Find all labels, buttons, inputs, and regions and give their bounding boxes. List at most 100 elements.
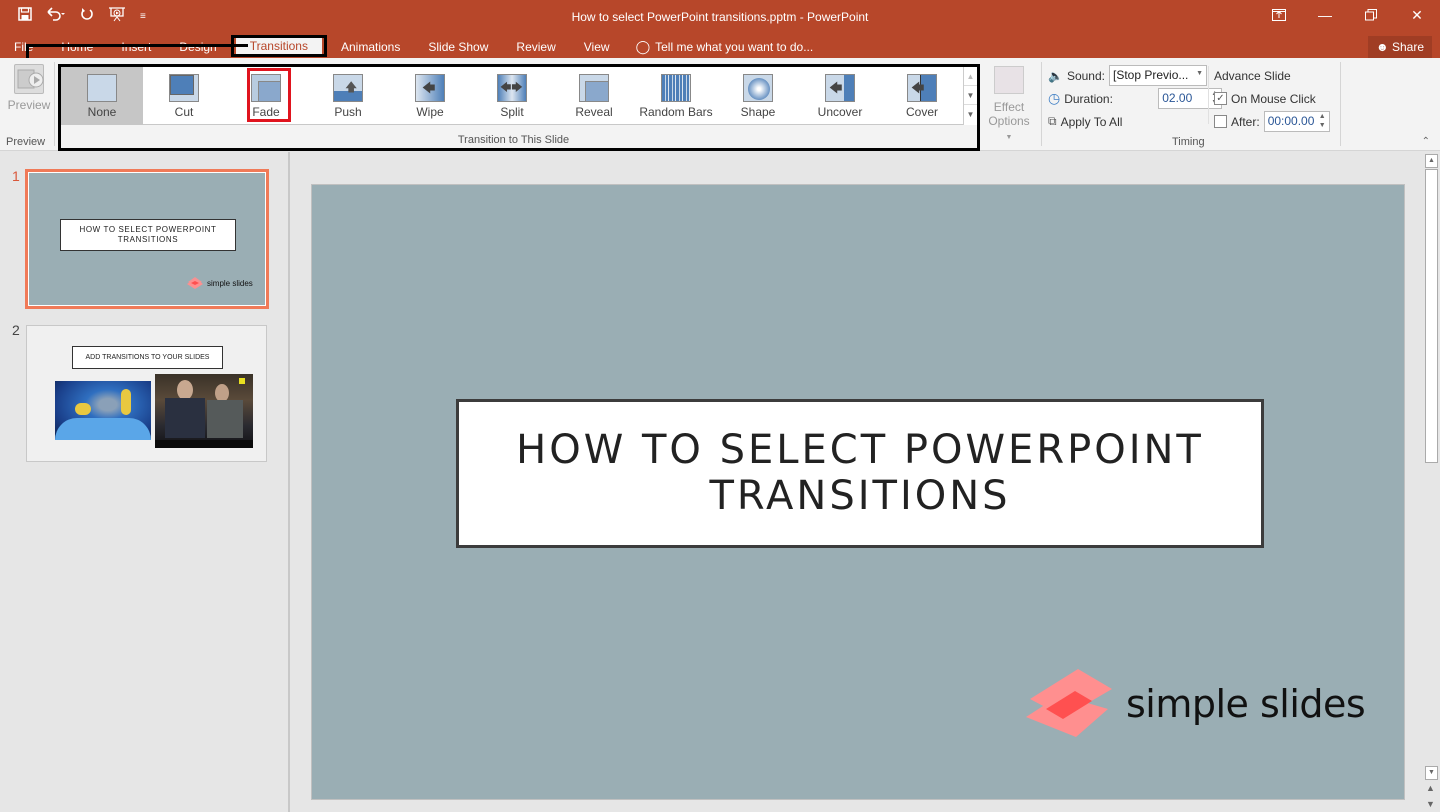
simple-slides-logo-icon <box>187 277 203 289</box>
group-separator <box>1340 62 1341 146</box>
uncover-transition-icon: 🡄 <box>825 74 855 102</box>
tell-me-search[interactable]: Tell me what you want to do... <box>650 40 813 54</box>
preview-icon <box>14 64 44 94</box>
close-icon[interactable]: ✕ <box>1394 0 1440 30</box>
scroll-thumb[interactable] <box>1425 169 1438 463</box>
dropdown-arrow-icon: ▼ <box>1005 134 1013 141</box>
previous-slide-button[interactable]: ▲ <box>1426 783 1435 793</box>
slide-thumbnail-panel: 1 HOW TO SELECT POWERPOINT TRANSITIONS s… <box>0 152 290 812</box>
tab-design[interactable]: Design <box>165 36 230 58</box>
tab-animations[interactable]: Animations <box>327 36 414 58</box>
timing-separator <box>1208 66 1209 124</box>
after-time-spinner[interactable]: 00:00.00 ▲ ▼ <box>1263 111 1330 132</box>
gallery-scroll-up-button[interactable]: ▲ <box>964 67 977 86</box>
tab-home[interactable]: Home <box>47 36 107 58</box>
title-bar: ≡ How to select PowerPoint transitions.p… <box>0 0 1440 58</box>
slide-thumbnail-2[interactable]: ADD TRANSITIONS TO YOUR SLIDES <box>26 325 267 462</box>
preview-button[interactable]: Preview <box>4 62 54 112</box>
slide-title-line2: TRANSITIONS <box>709 473 1011 519</box>
split-transition-icon: 🡄🡆 <box>497 74 527 102</box>
gallery-scroll-down-button[interactable]: ▼ <box>964 86 977 105</box>
share-button[interactable]: ☻ Share <box>1367 36 1432 58</box>
duration-value: 02.00 <box>1162 91 1193 105</box>
sound-icon: 🔈 <box>1048 68 1063 83</box>
group-separator <box>1041 62 1042 146</box>
transition-gallery-items: None Cut Fade 🡅 Push 🡄 Wipe 🡄🡆 Split Rev… <box>61 67 966 125</box>
advance-slide-title: Advance Slide <box>1214 68 1291 83</box>
simple-slides-logo-icon <box>1026 669 1112 737</box>
tab-slide-show[interactable]: Slide Show <box>414 36 502 58</box>
cover-transition-icon: 🡄 <box>907 74 937 102</box>
thumb-logo: simple slides <box>186 277 253 289</box>
logo-text: simple slides <box>1126 682 1366 726</box>
thumb-title-line2: TRANSITIONS <box>117 235 179 244</box>
minimize-icon[interactable]: — <box>1302 0 1348 30</box>
tab-view[interactable]: View <box>570 36 624 58</box>
gallery-scroll: ▲ ▼ ▼ <box>963 67 977 125</box>
sound-label: Sound: <box>1066 68 1105 83</box>
spinner-arrows-icon[interactable]: ▲▼ <box>1319 112 1326 130</box>
effect-options-icon <box>994 66 1024 94</box>
slide-title-box[interactable]: HOW TO SELECT POWERPOINT TRANSITIONS <box>456 399 1264 548</box>
apply-to-all-icon: ⧉ <box>1048 114 1057 128</box>
on-mouse-click-label: On Mouse Click <box>1231 91 1316 106</box>
reveal-transition-icon <box>579 74 609 102</box>
sound-value: [Stop Previo... <box>1113 68 1189 82</box>
after-value: 00:00.00 <box>1267 114 1315 128</box>
apply-to-all-button[interactable]: Apply To All <box>1061 115 1123 129</box>
after-checkbox[interactable] <box>1214 115 1227 128</box>
tab-file[interactable]: File <box>0 36 47 58</box>
effect-options-button[interactable]: Effect Options ▼ <box>984 66 1034 142</box>
ribbon-tabs: File Home Insert Design Transitions Anim… <box>0 35 813 58</box>
push-transition-icon: 🡅 <box>333 74 363 102</box>
shape-transition-icon <box>743 74 773 102</box>
transition-label: Uncover <box>817 105 863 119</box>
main-slide-canvas[interactable]: HOW TO SELECT POWERPOINT TRANSITIONS sim… <box>311 184 1405 800</box>
simple-slides-logo: simple slides <box>1026 669 1366 739</box>
transition-none[interactable]: None <box>61 67 143 125</box>
thumb-title-box: HOW TO SELECT POWERPOINT TRANSITIONS <box>60 219 236 251</box>
restore-icon[interactable] <box>1348 0 1394 30</box>
after-label: After: <box>1231 114 1260 129</box>
lightbulb-icon: ◯ <box>635 39 651 54</box>
preview-label: Preview <box>7 98 51 112</box>
person-icon: ☻ <box>1375 40 1389 54</box>
transition-push[interactable]: 🡅 Push <box>307 67 389 125</box>
transition-wipe[interactable]: 🡄 Wipe <box>389 67 471 125</box>
collapse-ribbon-icon[interactable]: ⌃ <box>1422 136 1430 147</box>
transition-label: Shape <box>740 105 776 119</box>
vertical-scrollbar[interactable]: ▲ ▼ ▲ ▼ <box>1424 152 1440 812</box>
group-separator <box>54 62 55 146</box>
scroll-down-button[interactable]: ▼ <box>1425 766 1438 780</box>
scroll-up-button[interactable]: ▲ <box>1425 154 1438 168</box>
transition-label: Cut <box>174 105 194 119</box>
ribbon-display-options-icon[interactable] <box>1256 0 1302 30</box>
transition-label: Reveal <box>575 105 613 119</box>
transition-uncover[interactable]: 🡄 Uncover <box>799 67 881 125</box>
thumb2-image-audience <box>155 374 253 448</box>
slide-title-line1: HOW TO SELECT POWERPOINT <box>516 427 1204 473</box>
slide-number-2: 2 <box>12 322 20 338</box>
slide-number-1: 1 <box>12 168 20 184</box>
transition-cover[interactable]: 🡄 Cover <box>881 67 963 125</box>
transition-shape[interactable]: Shape <box>717 67 799 125</box>
transition-reveal[interactable]: Reveal <box>553 67 635 125</box>
transition-random-bars[interactable]: Random Bars <box>635 67 717 125</box>
tab-transitions[interactable]: Transitions <box>235 38 322 54</box>
annotation-arrow-horizontal-top <box>26 44 248 47</box>
duration-label: Duration: <box>1064 91 1113 106</box>
transition-cut[interactable]: Cut <box>143 67 225 125</box>
duration-spinner[interactable]: 02.00 ▲▼ <box>1158 88 1223 109</box>
transition-label: Push <box>334 105 362 119</box>
sound-dropdown[interactable]: [Stop Previo... ▼ <box>1109 65 1207 86</box>
slide-thumbnail-1[interactable]: HOW TO SELECT POWERPOINT TRANSITIONS sim… <box>25 169 269 309</box>
tab-insert[interactable]: Insert <box>107 36 165 58</box>
next-slide-button[interactable]: ▼ <box>1426 799 1435 809</box>
thumb-logo-text: simple slides <box>207 278 253 288</box>
clock-icon: ◷ <box>1048 90 1061 106</box>
on-mouse-click-checkbox[interactable]: ✓ <box>1214 92 1227 105</box>
effect-options-label-2: Options ▼ <box>988 114 1030 141</box>
tab-review[interactable]: Review <box>502 36 569 58</box>
transition-split[interactable]: 🡄🡆 Split <box>471 67 553 125</box>
gallery-more-button[interactable]: ▼ <box>964 105 977 124</box>
